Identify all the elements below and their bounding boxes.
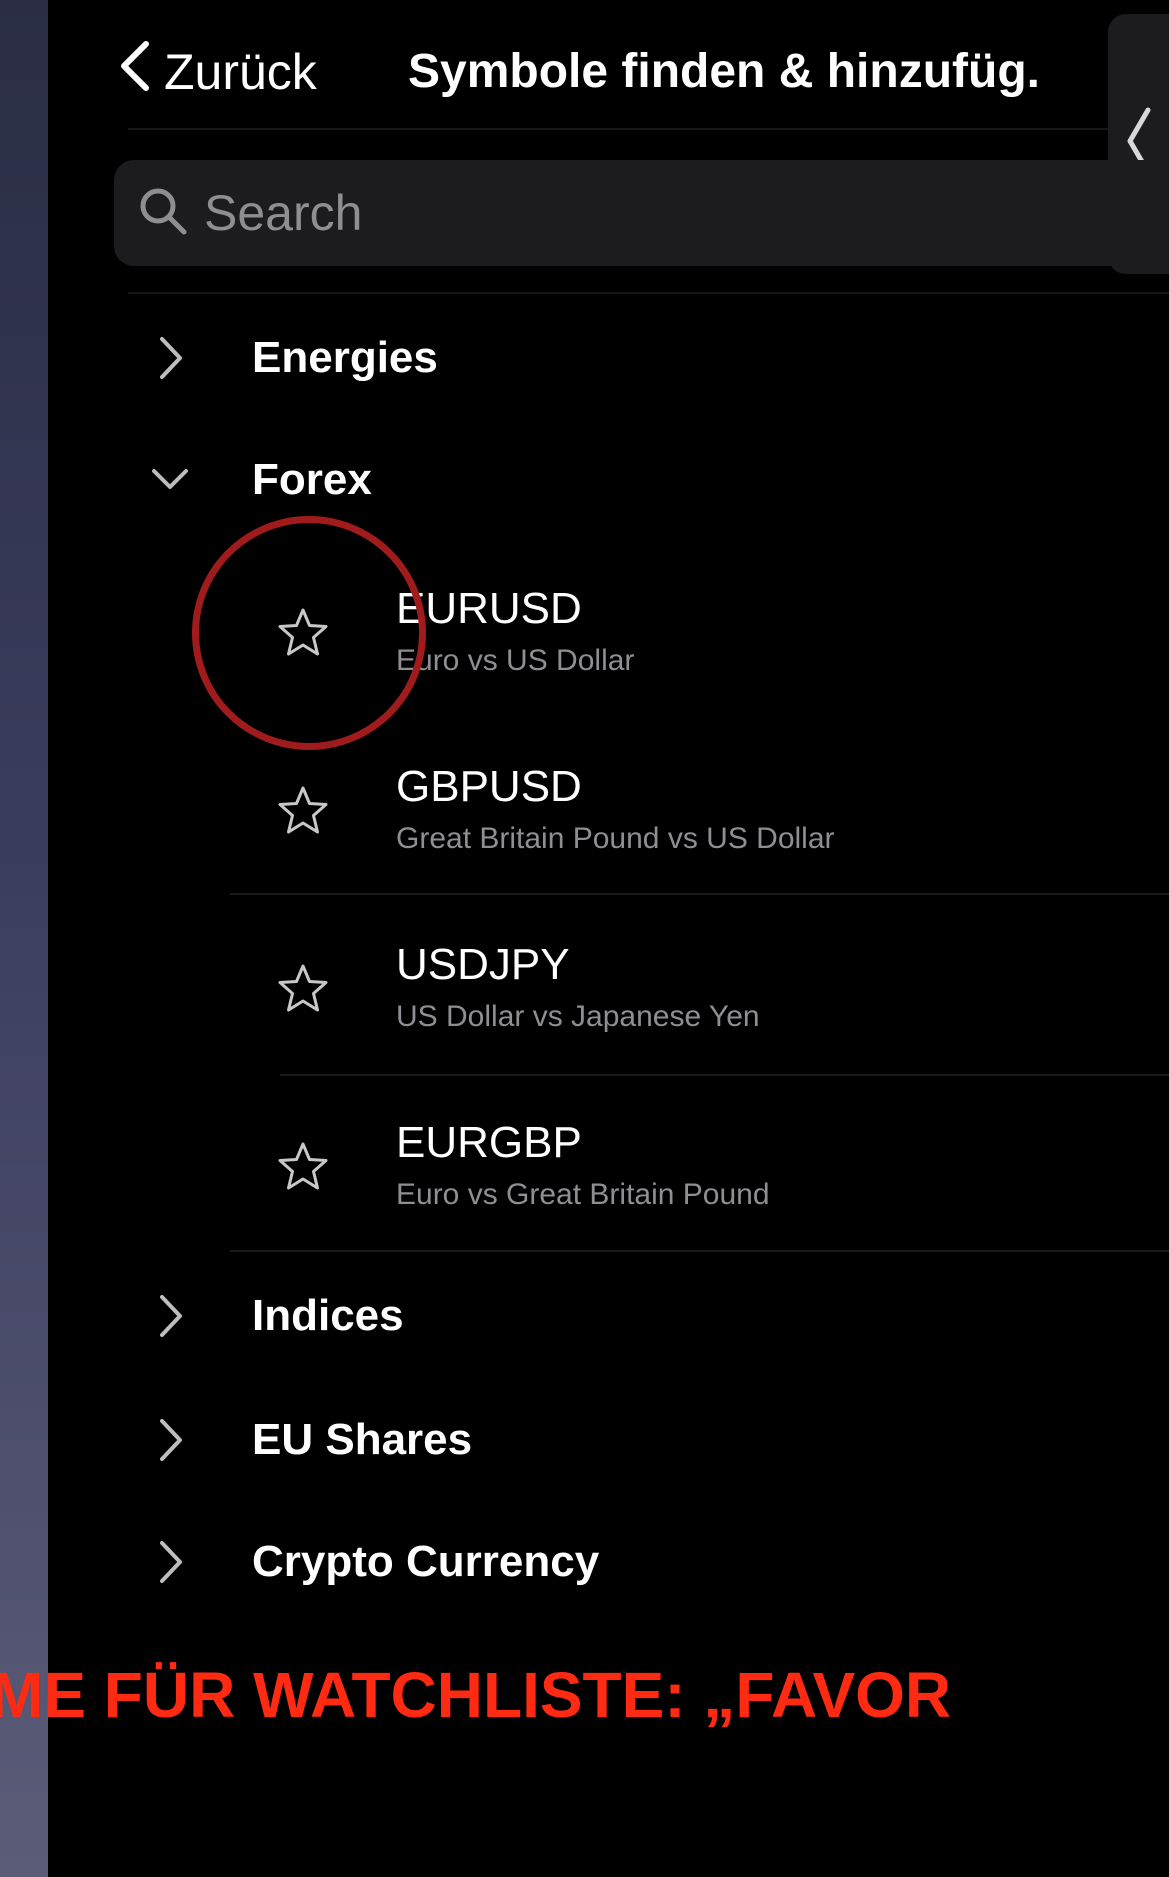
- chevron-left-icon: [116, 38, 164, 106]
- symbol-code: EURUSD: [396, 584, 582, 633]
- category-energies[interactable]: Energies: [48, 308, 1169, 408]
- symbol-code: USDJPY: [396, 940, 570, 989]
- symbol-row-eurusd[interactable]: EURUSD Euro vs US Dollar: [48, 550, 1169, 720]
- chevron-right-icon: [150, 1291, 190, 1341]
- chevron-right-icon: [150, 333, 190, 383]
- category-label: Indices: [252, 1291, 404, 1340]
- row-divider: [230, 1250, 1169, 1252]
- symbol-row-gbpusd[interactable]: GBPUSD Great Britain Pound vs US Dollar: [48, 728, 1169, 898]
- symbol-row-usdjpy[interactable]: USDJPY US Dollar vs Japanese Yen: [48, 906, 1169, 1076]
- back-button[interactable]: Zurück: [116, 38, 317, 106]
- category-forex[interactable]: Forex: [48, 430, 1169, 530]
- star-outline-icon[interactable]: [276, 962, 330, 1016]
- search-divider: [128, 292, 1169, 294]
- chevron-right-icon: [150, 1537, 190, 1587]
- category-label: EU Shares: [252, 1415, 473, 1464]
- star-outline-icon[interactable]: [276, 1140, 330, 1194]
- chevron-right-icon: [150, 1415, 190, 1465]
- category-indices[interactable]: Indices: [48, 1266, 1169, 1366]
- star-outline-icon[interactable]: [276, 784, 330, 838]
- symbol-description: Great Britain Pound vs US Dollar: [396, 822, 835, 855]
- search-input[interactable]: [202, 183, 1006, 243]
- background-left-strip: [0, 0, 48, 1877]
- symbol-finder-panel: Zurück Symbole finden & hinzufüg. Energi…: [48, 0, 1169, 1877]
- category-label: Energies: [252, 333, 438, 382]
- symbol-row-eurgbp[interactable]: EURGBP Euro vs Great Britain Pound: [48, 1084, 1169, 1254]
- category-crypto-currency[interactable]: Crypto Currency: [48, 1512, 1169, 1612]
- overlay-caption-text: ME FÜR WATCHLISTE: „FAVOR: [0, 1659, 952, 1731]
- page-title: Symbole finden & hinzufüg.: [408, 45, 1040, 98]
- chevron-down-icon: [150, 455, 190, 505]
- symbol-code: GBPUSD: [396, 762, 582, 811]
- row-divider: [230, 893, 1169, 895]
- category-eu-shares[interactable]: EU Shares: [48, 1390, 1169, 1490]
- overlay-caption: ME FÜR WATCHLISTE: „FAVOR: [0, 1658, 1169, 1748]
- search-icon: [114, 184, 202, 243]
- row-divider: [280, 1074, 1169, 1076]
- symbol-code: EURGBP: [396, 1118, 582, 1167]
- header-divider: [128, 128, 1169, 130]
- star-outline-icon[interactable]: [276, 606, 330, 660]
- back-label: Zurück: [164, 44, 317, 100]
- symbol-description: Euro vs Great Britain Pound: [396, 1178, 770, 1211]
- category-label: Crypto Currency: [252, 1537, 600, 1586]
- navigation-header: Zurück Symbole finden & hinzufüg.: [48, 0, 1169, 130]
- symbol-description: US Dollar vs Japanese Yen: [396, 1000, 760, 1033]
- search-bar[interactable]: [114, 160, 1169, 266]
- category-label: Forex: [252, 455, 372, 504]
- symbol-description: Euro vs US Dollar: [396, 644, 635, 677]
